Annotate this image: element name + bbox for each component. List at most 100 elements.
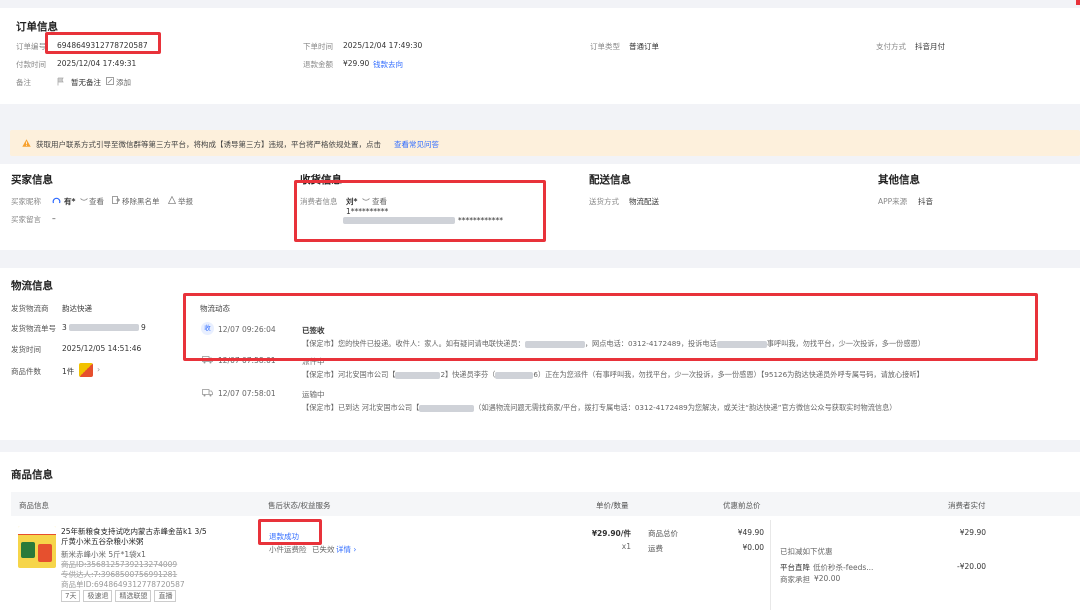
carrier-label: 发货物流商 <box>11 304 49 313</box>
truck-icon <box>202 356 213 366</box>
receiver-address-mask: ************ <box>458 216 503 225</box>
header-price-qty: 单价/数量 <box>596 501 629 510</box>
paid-amount: ¥29.90 <box>959 528 986 537</box>
top-right-marker <box>1076 0 1080 5</box>
order-time: 2025/12/04 17:49:30 <box>343 41 423 50</box>
buyer-title: 买家信息 <box>11 174 53 186</box>
notice-bar: 获取用户联系方式引导至微信群等第三方平台，将构成【诱导第三方】违规，平台将严格依… <box>10 130 1080 156</box>
pay-time-label: 付款时间 <box>16 60 46 69</box>
pay-method-label: 支付方式 <box>876 42 906 51</box>
goods-total: ¥49.90 <box>737 528 764 537</box>
buyer-view-link[interactable]: 查看 <box>89 196 104 207</box>
header-after-sale: 售后状态/权益服务 <box>268 501 331 510</box>
header-paid: 消费者实付 <box>948 501 986 510</box>
event-status: 派件中 <box>302 357 325 366</box>
ship-time-label: 发货时间 <box>11 345 41 354</box>
blacklist-icon <box>112 196 121 206</box>
product-name[interactable]: 25年新粮食支持试吃内蒙古赤峰金苗k1 3/5斤黄小米五谷杂粮小米粥 <box>61 527 211 547</box>
tracking-no-prefix: 3 <box>62 323 67 332</box>
refund-label: 退款金额 <box>303 60 333 69</box>
buyer-nick-label: 买家昵称 <box>11 197 41 206</box>
logistics-title: 物流信息 <box>11 280 53 292</box>
tag: 直播 <box>154 590 177 602</box>
report-icon <box>167 195 177 206</box>
cell-divider <box>770 520 771 610</box>
quantity: x1 <box>621 542 631 551</box>
remark-label: 备注 <box>16 78 31 87</box>
buyer-section-card: 买家信息 买家昵称 有* 查看 移除黑名单 举报 买家留言 – 收货信息 消费者… <box>0 164 1080 250</box>
buyer-avatar-icon <box>52 195 61 206</box>
eye-icon[interactable] <box>80 196 88 205</box>
rights-detail-link[interactable]: 详情 › <box>336 544 356 555</box>
platform-discount-label: 平台直降 <box>780 563 810 572</box>
tracking-no-blur <box>69 324 139 331</box>
product-tags: 7天 极速退 精选联盟 直播 <box>61 590 179 602</box>
tag: 7天 <box>61 590 81 602</box>
warning-icon <box>22 139 31 149</box>
notice-faq-link[interactable]: 查看常见问答 <box>394 139 439 150</box>
delivery-method: 物流配送 <box>629 197 659 206</box>
logistics-dynamic-title: 物流动态 <box>200 304 230 313</box>
event-detail: 【保定市】您的快件已投递。收件人：家人。如有疑问请电联快递员： ，网点电话：031… <box>302 339 925 348</box>
order-type-label: 订单类型 <box>590 42 620 51</box>
event-time: 12/07 07:58:01 <box>218 356 276 365</box>
buyer-nick: 有* <box>64 197 76 206</box>
address-blur <box>343 217 455 224</box>
logistics-card: 物流信息 发货物流商 韵达快递 发货物流单号 3 9 发货时间 2025/12/… <box>0 268 1080 440</box>
header-product: 商品信息 <box>19 501 49 510</box>
order-time-label: 下单时间 <box>303 42 333 51</box>
order-info-title: 订单信息 <box>16 21 58 33</box>
order-type: 普通订单 <box>629 42 659 51</box>
merchant-label: 商家承担 <box>780 575 810 584</box>
carrier: 韵达快递 <box>62 304 92 313</box>
consumer-label: 消费者信息 <box>300 197 338 206</box>
merchant-amount: ¥20.00 <box>814 574 841 583</box>
buyer-msg: – <box>52 214 56 223</box>
app-source: 抖音 <box>918 197 933 206</box>
item-count: 1件 <box>62 367 75 376</box>
order-no-label: 订单编号 <box>16 42 46 51</box>
discount-title: 已扣减如下优惠 <box>780 547 833 556</box>
rights-status: 已失效 <box>312 545 335 554</box>
event-time: 12/07 07:58:01 <box>218 389 276 398</box>
event-detail: 【保定市】河北安国市公司【 2】快递员李芬（ 6）正在为您派件（有事呼叫我，勿找平台… <box>302 370 924 379</box>
pay-method: 抖音月付 <box>915 42 945 51</box>
eye-icon[interactable] <box>362 196 370 205</box>
receiver-view-link[interactable]: 查看 <box>372 196 387 207</box>
buyer-msg-label: 买家留言 <box>11 215 41 224</box>
product-image[interactable] <box>18 526 56 568</box>
edit-icon[interactable] <box>106 77 114 85</box>
receiver-name: 刘* <box>346 197 358 206</box>
tracking-no-suffix: 9 <box>141 323 146 332</box>
event-detail: 【保定市】已到达 河北安国市公司【 （如遇物流问题无需找商家/平台，拨打专属电话：… <box>302 403 897 412</box>
signed-icon: 收 <box>201 322 214 335</box>
freight-label: 运费 <box>648 544 663 553</box>
order-info-card: 订单信息 订单编号 6948649312778720587 下单时间 2025/… <box>0 8 1080 104</box>
chevron-right-icon[interactable]: › <box>97 365 100 374</box>
remove-blacklist-link[interactable]: 移除黑名单 <box>122 196 160 207</box>
item-count-label: 商品件数 <box>11 367 41 376</box>
order-no[interactable]: 6948649312778720587 <box>57 41 148 50</box>
product-thumb-small <box>79 363 93 377</box>
unit-price: ¥29.90/件 <box>591 529 631 538</box>
refund-amount: ¥29.90 <box>343 59 370 68</box>
order-code: 商品单ID:6948649312778720587 <box>61 580 185 589</box>
pay-time: 2025/12/04 17:49:31 <box>57 59 137 68</box>
refund-status-link[interactable]: 退款成功 <box>269 531 299 542</box>
header-discount-total: 优惠前总价 <box>723 501 761 510</box>
platform-discount-desc: 低价秒杀-feeds... <box>813 563 874 572</box>
rights-text: 小件运费险 <box>269 545 307 554</box>
logistics-fade <box>195 416 1080 430</box>
report-link[interactable]: 举报 <box>178 196 193 207</box>
refund-flow-link[interactable]: 钱款去向 <box>373 59 403 70</box>
flag-icon <box>57 77 64 86</box>
event-status: 已签收 <box>302 326 325 335</box>
remark-value: 暂无备注 <box>71 78 101 87</box>
goods-table-header: 商品信息 售后状态/权益服务 单价/数量 优惠前总价 消费者实付 <box>11 492 1080 516</box>
tracking-no-label: 发货物流单号 <box>11 324 56 333</box>
delivery-title: 配送信息 <box>589 174 631 186</box>
remark-add-link[interactable]: 添加 <box>116 77 131 88</box>
app-source-label: APP来源 <box>878 197 908 206</box>
tag: 极速退 <box>83 590 113 602</box>
goods-title: 商品信息 <box>11 469 53 481</box>
